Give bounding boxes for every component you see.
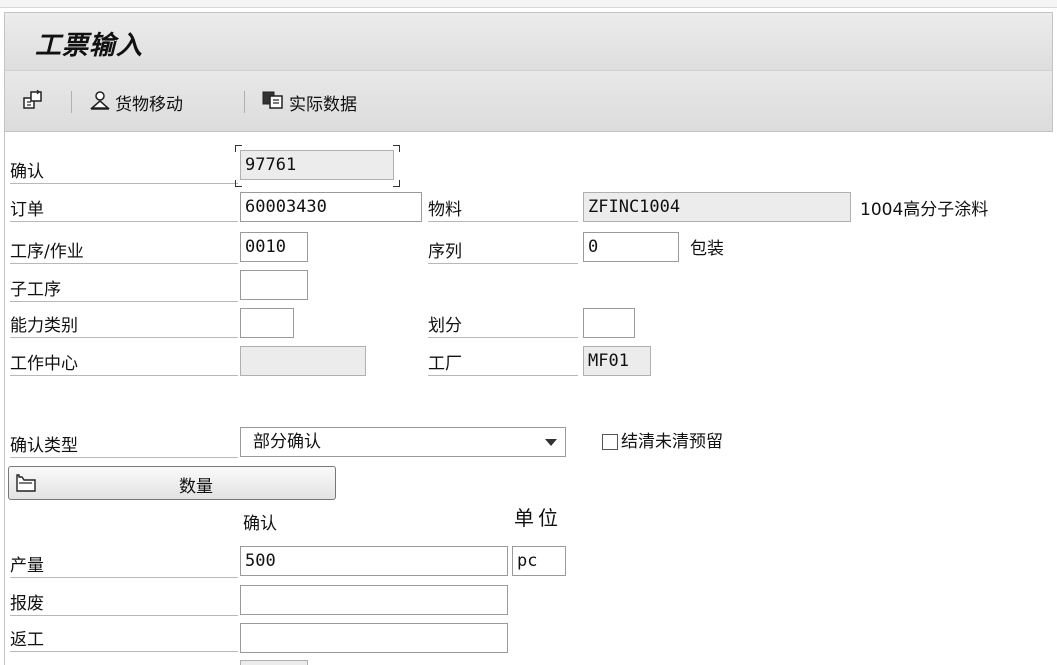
work-center-label: 工作中心 bbox=[10, 352, 238, 376]
confirmation-type-label: 确认类型 bbox=[10, 434, 238, 458]
packaging-label: 包装 bbox=[690, 239, 724, 259]
confirmation-type-dropdown[interactable]: 部分确认 bbox=[240, 427, 566, 457]
toolbar-separator bbox=[244, 91, 245, 113]
scrap-label: 报废 bbox=[10, 592, 238, 616]
unit-field[interactable]: pc bbox=[512, 546, 566, 576]
suboperation-field[interactable] bbox=[240, 270, 308, 300]
plant-label: 工厂 bbox=[428, 352, 578, 376]
order-field[interactable]: 60003430 bbox=[240, 192, 422, 222]
actual-data-label: 实际数据 bbox=[289, 94, 357, 115]
focus-corner bbox=[393, 145, 400, 152]
toolbar-separator bbox=[71, 91, 72, 113]
split-label: 划分 bbox=[428, 314, 578, 338]
document-tree-icon bbox=[23, 89, 45, 115]
clear-reservations-checkbox[interactable] bbox=[602, 434, 618, 450]
focus-corner bbox=[393, 180, 400, 187]
sequence-label: 序列 bbox=[428, 240, 578, 264]
split-field[interactable] bbox=[583, 308, 635, 338]
application-toolbar: 货物移动 实际数据 bbox=[4, 70, 1053, 132]
focus-corner bbox=[235, 180, 242, 187]
rework-label: 返工 bbox=[10, 628, 238, 652]
operation-field[interactable]: 0010 bbox=[240, 232, 308, 262]
page-title: 工票输入 bbox=[35, 31, 144, 61]
copy-data-icon bbox=[261, 90, 285, 115]
plant-field[interactable]: MF01 bbox=[583, 346, 651, 376]
person-icon bbox=[89, 90, 111, 115]
material-label: 物料 bbox=[428, 198, 578, 222]
goods-movement-label: 货物移动 bbox=[115, 94, 183, 115]
folder-icon bbox=[15, 473, 37, 498]
yield-field[interactable]: 500 bbox=[240, 546, 508, 576]
goods-movement-button[interactable]: 货物移动 bbox=[89, 89, 183, 115]
unit-column-header: 单位 bbox=[514, 506, 562, 530]
title-bar: 工票输入 bbox=[4, 12, 1053, 70]
quantities-label: 数量 bbox=[179, 477, 213, 497]
material-description: 1004高分子涂料 bbox=[860, 200, 989, 220]
next-field-partial[interactable] bbox=[240, 660, 308, 665]
material-field[interactable]: ZFINC1004 bbox=[583, 192, 851, 222]
scrap-field[interactable] bbox=[240, 585, 508, 615]
suboperation-label: 子工序 bbox=[10, 278, 238, 302]
order-label: 订单 bbox=[10, 198, 238, 222]
actual-data-button[interactable]: 实际数据 bbox=[261, 89, 357, 115]
confirmation-type-value: 部分确认 bbox=[253, 432, 321, 452]
quantities-section-button[interactable]: 数量 bbox=[8, 466, 336, 500]
confirm-column-header: 确认 bbox=[243, 514, 277, 534]
capacity-category-label: 能力类别 bbox=[10, 314, 238, 338]
clear-reservations-label: 结清未清预留 bbox=[621, 432, 723, 452]
capacity-category-field[interactable] bbox=[240, 308, 294, 338]
focus-corner bbox=[235, 145, 242, 152]
top-strip bbox=[0, 0, 1057, 8]
display-button[interactable] bbox=[23, 89, 45, 115]
rework-field[interactable] bbox=[240, 623, 508, 653]
confirmation-label: 确认 bbox=[10, 160, 238, 184]
confirmation-number-field[interactable]: 97761 bbox=[240, 150, 394, 180]
sequence-field[interactable]: 0 bbox=[583, 232, 679, 262]
work-center-field[interactable] bbox=[240, 346, 366, 376]
dropdown-arrow-icon[interactable] bbox=[545, 439, 557, 446]
yield-label: 产量 bbox=[10, 554, 238, 578]
operation-label: 工序/作业 bbox=[10, 240, 238, 264]
